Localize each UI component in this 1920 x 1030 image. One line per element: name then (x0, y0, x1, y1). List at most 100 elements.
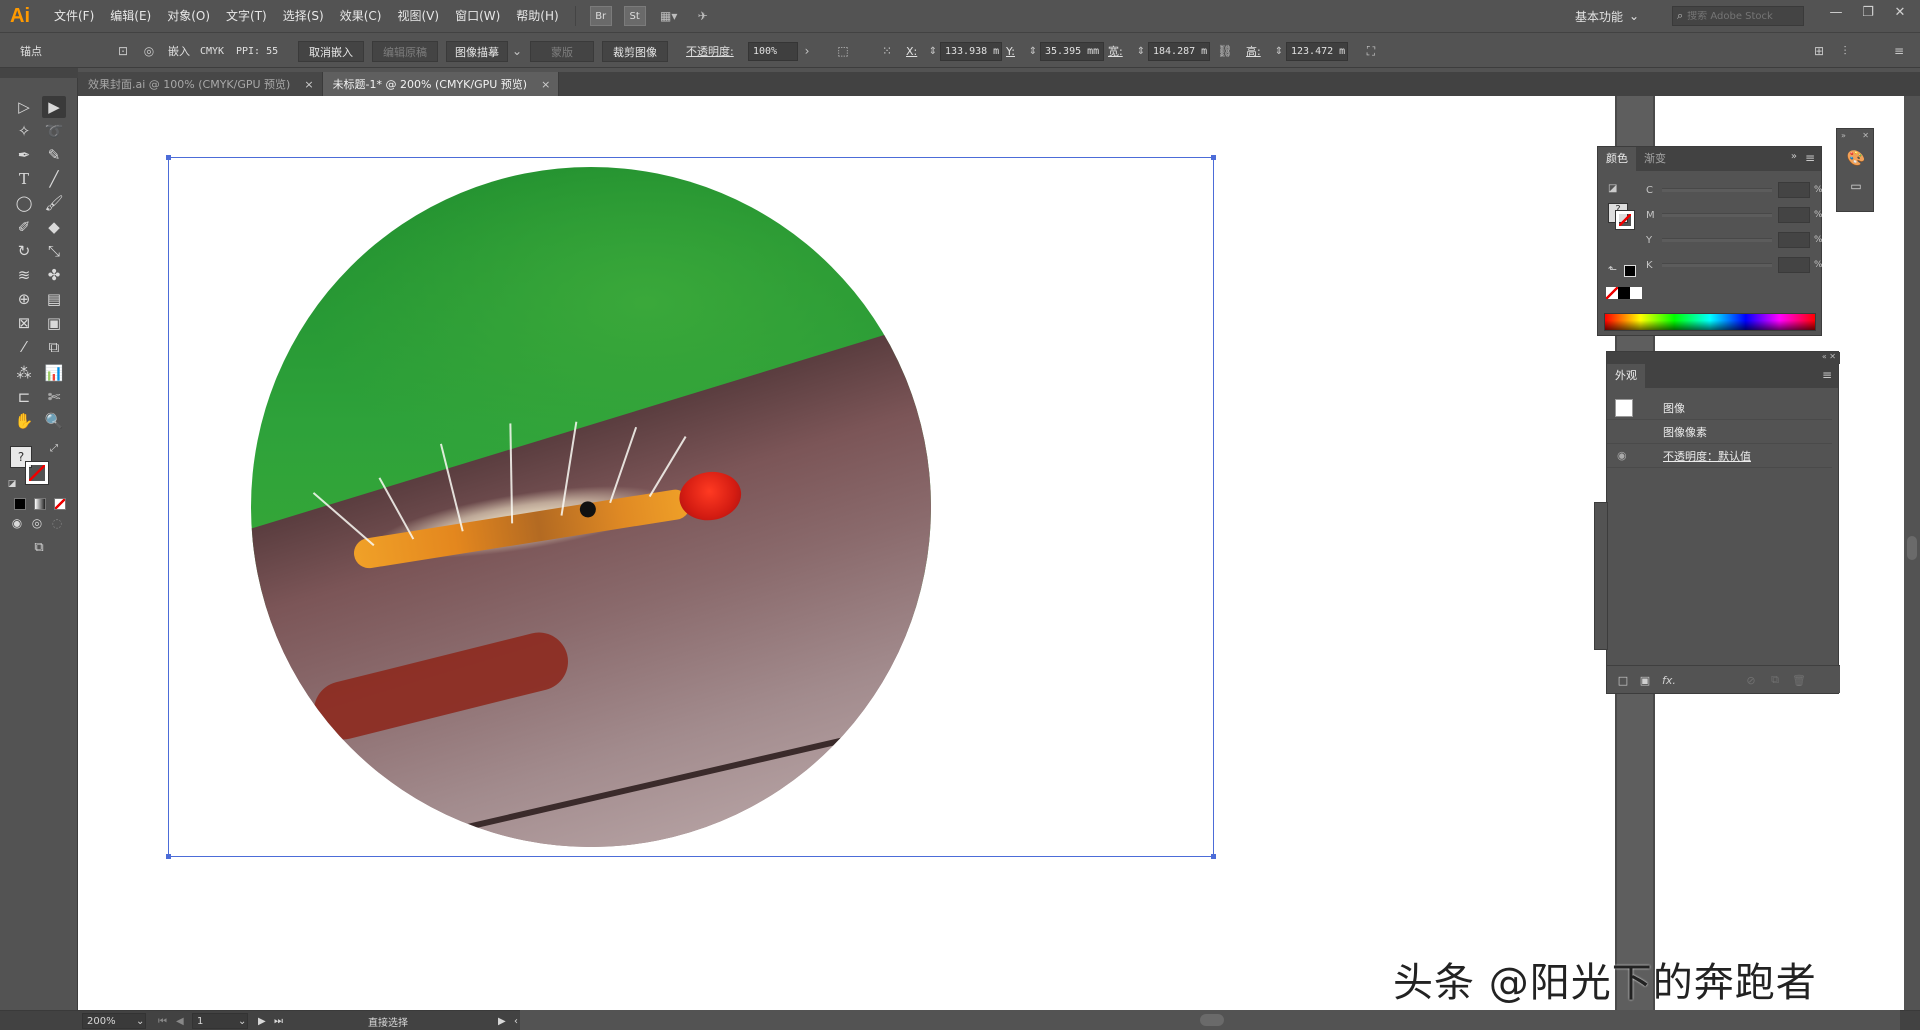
appearance-row-object[interactable]: 图像 (1607, 396, 1832, 420)
tools-panel-header[interactable] (0, 68, 78, 78)
draw-behind-icon[interactable]: ◎ (28, 514, 46, 532)
yellow-slider[interactable] (1662, 238, 1772, 242)
clear-appearance-icon[interactable]: ⊘ (1743, 672, 1759, 688)
gradient-mode-icon[interactable] (34, 498, 46, 510)
document-tab[interactable]: 效果封面.ai @ 100% (CMYK/GPU 预览) × (78, 72, 323, 96)
panel-stroke-swatch[interactable] (1615, 210, 1635, 230)
menu-type[interactable]: 文字(T) (218, 0, 275, 32)
lasso-tool-icon[interactable]: ➰ (42, 120, 66, 142)
appearance-opacity-label[interactable]: 不透明度：默认值 (1663, 448, 1751, 464)
gpu-performance-icon[interactable]: ✈ (692, 6, 714, 26)
caterpillar-photo[interactable] (251, 167, 931, 847)
color-guide-icon[interactable]: 🎨 (1844, 147, 1868, 169)
resize-handle[interactable] (166, 854, 171, 859)
draw-inside-icon[interactable]: ◌ (48, 514, 66, 532)
align-to-icon[interactable]: ⬚ (834, 42, 852, 60)
edit-original-button[interactable]: 编辑原稿 (372, 41, 438, 62)
shaper-tool-icon[interactable]: ✐ (12, 216, 36, 238)
gradient-panel-icon[interactable]: ▭ (1844, 175, 1868, 197)
gradient-tool-icon[interactable]: ▣ (42, 312, 66, 334)
menu-window[interactable]: 窗口(W) (447, 0, 508, 32)
last-color-swatch[interactable] (1624, 265, 1636, 277)
column-graph-tool-icon[interactable]: 📊 (42, 362, 66, 384)
transform-each-icon[interactable]: ⛶ (1362, 42, 1380, 60)
menu-select[interactable]: 选择(S) (275, 0, 332, 32)
tab-appearance[interactable]: 外观 (1607, 364, 1645, 388)
horizontal-scroll-thumb[interactable] (1200, 1014, 1224, 1026)
swap-fill-stroke-icon[interactable]: ⤢ (48, 442, 60, 454)
out-of-gamut-icon[interactable]: ⬑ (1608, 263, 1617, 276)
curvature-tool-icon[interactable]: ✎ (42, 144, 66, 166)
white-swatch[interactable] (1630, 287, 1642, 299)
magenta-field[interactable] (1778, 207, 1810, 223)
paintbrush-tool-icon[interactable]: 🖌 (42, 192, 66, 214)
magenta-slider[interactable] (1662, 213, 1772, 217)
opacity-label[interactable]: 不透明度: (686, 42, 734, 60)
hand-tool-icon[interactable]: ✋ (12, 410, 36, 432)
default-colors-icon[interactable]: ◪ (1608, 183, 1620, 195)
first-artboard-icon[interactable]: ⏮ (158, 1013, 167, 1029)
mask-button[interactable]: 蒙版 (530, 41, 594, 62)
panel-arrange-icon[interactable]: ⊞ (1810, 42, 1828, 60)
chevron-right-icon[interactable]: › (798, 42, 816, 60)
menu-edit[interactable]: 编辑(E) (102, 0, 159, 32)
control-bar-menu-icon[interactable]: ≡ (1890, 42, 1908, 60)
puppet-warp-tool-icon[interactable]: ✤ (42, 264, 66, 286)
stock-search-input[interactable] (1687, 10, 1788, 22)
warp-tool-icon[interactable]: ≋ (12, 264, 36, 286)
width-field[interactable]: 184.287 m (1148, 42, 1210, 61)
default-fill-stroke-icon[interactable]: ◪ (6, 478, 18, 490)
next-artboard-icon[interactable]: ▶ (258, 1013, 266, 1029)
scroll-left-icon[interactable]: ‹ (514, 1013, 518, 1029)
panel-menu-icon[interactable]: ≡ (1822, 368, 1832, 382)
panel-header-bar[interactable]: « ✕ (1607, 352, 1840, 364)
zoom-tool-icon[interactable]: 🔍 (42, 410, 66, 432)
eyedropper-tool-icon[interactable]: ⁄ (12, 336, 36, 358)
direct-selection-tool-icon[interactable]: ▶ (42, 96, 66, 118)
menu-view[interactable]: 视图(V) (389, 0, 447, 32)
magic-wand-tool-icon[interactable]: ✧ (12, 120, 36, 142)
shape-builder-tool-icon[interactable]: ⊕ (12, 288, 36, 310)
dock-header[interactable]: » ✕ (1841, 131, 1869, 141)
resize-handle[interactable] (166, 155, 171, 160)
status-menu-icon[interactable]: ▶ (498, 1013, 506, 1029)
none-mode-icon[interactable] (54, 498, 66, 510)
close-icon[interactable]: × (541, 78, 550, 91)
collapsed-panel-tab[interactable] (1594, 502, 1608, 650)
reference-point-icon[interactable]: ◎ (140, 42, 158, 60)
vertical-scrollbar[interactable] (1904, 96, 1920, 1010)
arrange-documents-icon[interactable]: ▦▾ (658, 6, 680, 26)
menu-file[interactable]: 文件(F) (46, 0, 102, 32)
artboard-tool-icon[interactable]: ⊏ (12, 386, 36, 408)
appearance-row-pixels[interactable]: 图像像素 (1607, 420, 1832, 444)
symbol-sprayer-tool-icon[interactable]: ⁂ (12, 362, 36, 384)
eraser-tool-icon[interactable]: ◆ (42, 216, 66, 238)
add-fill-icon[interactable]: ▣ (1637, 672, 1653, 688)
resize-handle[interactable] (1211, 155, 1216, 160)
vertical-scroll-thumb[interactable] (1907, 536, 1917, 560)
workspace-switcher[interactable]: 基本功能 ⌄ (1575, 6, 1639, 26)
tab-color[interactable]: 颜色 (1598, 147, 1636, 171)
image-trace-button[interactable]: 图像描摹 (446, 41, 508, 62)
zoom-dropdown-icon[interactable]: ⌄ (136, 1013, 144, 1029)
screen-mode-icon[interactable]: ⧉ (28, 538, 50, 556)
constrain-proportions-icon[interactable]: ⛓ (1216, 42, 1234, 60)
cyan-field[interactable] (1778, 182, 1810, 198)
x-field[interactable]: 133.938 m (940, 42, 1002, 61)
selection-tool-icon[interactable]: ▷ (12, 96, 36, 118)
document-tab-active[interactable]: 未标题-1* @ 200% (CMYK/GPU 预览) × (322, 72, 560, 96)
visibility-eye-icon[interactable]: ◉ (1617, 449, 1627, 462)
image-trace-dropdown-icon[interactable]: ⌄ (508, 42, 526, 60)
restore-icon[interactable]: ❐ (1852, 0, 1884, 24)
horizontal-scrollbar[interactable] (520, 1010, 1900, 1030)
color-spectrum[interactable] (1604, 313, 1816, 331)
appearance-row-opacity[interactable]: ◉ 不透明度：默认值 (1607, 444, 1832, 468)
stroke-swatch[interactable] (25, 461, 49, 485)
y-field[interactable]: 35.395 mm (1040, 42, 1104, 61)
pen-tool-icon[interactable]: ✒ (12, 144, 36, 166)
artboard-dropdown-icon[interactable]: ⌄ (238, 1013, 246, 1029)
delete-item-icon[interactable]: 🗑 (1791, 672, 1807, 688)
add-effect-icon[interactable]: fx. (1661, 672, 1677, 688)
type-tool-icon[interactable]: T (12, 168, 36, 190)
none-swatch[interactable] (1606, 287, 1618, 299)
